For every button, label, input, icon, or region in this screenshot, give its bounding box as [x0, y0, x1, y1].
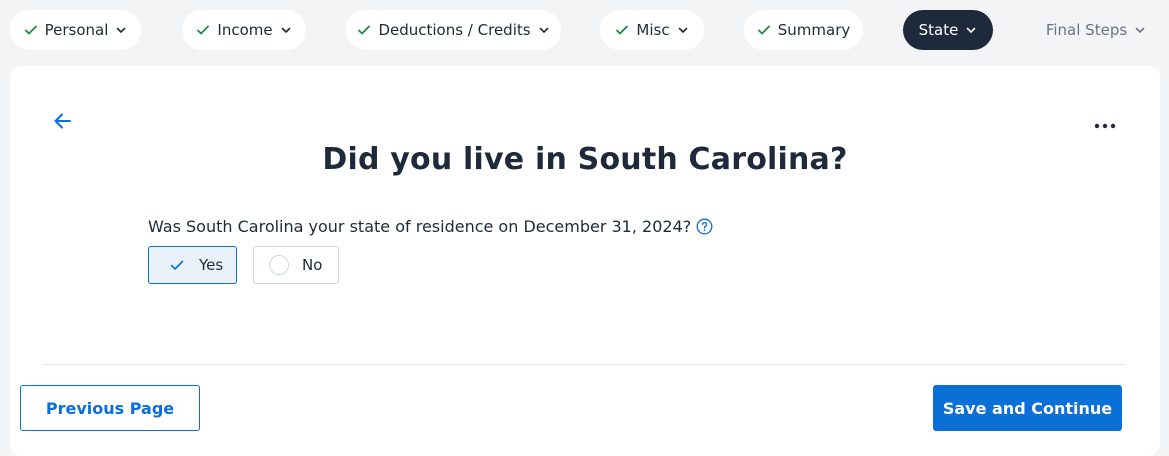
chevron-down-icon: [538, 24, 550, 36]
save-and-continue-button[interactable]: Save and Continue: [933, 385, 1122, 431]
tab-misc[interactable]: Misc: [600, 10, 704, 50]
tab-state[interactable]: State: [903, 10, 993, 50]
help-icon[interactable]: [696, 218, 713, 235]
check-icon: [757, 23, 771, 37]
tab-income-label: Income: [217, 21, 273, 39]
tab-personal[interactable]: Personal: [10, 10, 141, 50]
radio-circle-icon: [269, 255, 289, 275]
tab-deductions-credits[interactable]: Deductions / Credits: [346, 10, 561, 50]
question-text: Was South Carolina your state of residen…: [148, 217, 692, 236]
tab-deductions-label: Deductions / Credits: [378, 21, 531, 39]
residence-question: Was South Carolina your state of residen…: [148, 217, 713, 236]
tab-summary-label: Summary: [777, 21, 851, 39]
chevron-down-icon: [280, 24, 292, 36]
yes-option-label: Yes: [199, 256, 224, 274]
progress-nav: Personal Income Deductions / Credits Mis…: [0, 0, 1169, 60]
chevron-down-icon: [677, 24, 689, 36]
back-arrow-icon[interactable]: [52, 110, 74, 132]
yes-option-button[interactable]: Yes: [148, 246, 237, 284]
tab-final-steps[interactable]: Final Steps: [1040, 10, 1152, 50]
check-icon: [615, 23, 629, 37]
tab-state-label: State: [918, 21, 959, 39]
tab-summary[interactable]: Summary: [744, 10, 863, 50]
question-card: Did you live in South Carolina? Was Sout…: [10, 66, 1160, 456]
check-icon: [24, 23, 38, 37]
no-option-label: No: [302, 256, 323, 274]
no-option-button[interactable]: No: [253, 246, 339, 284]
more-options-icon[interactable]: [1092, 116, 1118, 129]
previous-page-button[interactable]: Previous Page: [20, 385, 200, 431]
check-icon: [196, 23, 210, 37]
page-title: Did you live in South Carolina?: [322, 142, 848, 177]
chevron-down-icon: [1134, 24, 1146, 36]
chevron-down-icon: [115, 24, 127, 36]
tab-misc-label: Misc: [636, 21, 670, 39]
footer-divider: [42, 364, 1126, 365]
tab-final-steps-label: Final Steps: [1045, 21, 1128, 39]
check-icon: [169, 257, 185, 273]
tab-personal-label: Personal: [44, 21, 109, 39]
check-icon: [357, 23, 371, 37]
chevron-down-icon: [965, 24, 977, 36]
tab-income[interactable]: Income: [182, 10, 306, 50]
